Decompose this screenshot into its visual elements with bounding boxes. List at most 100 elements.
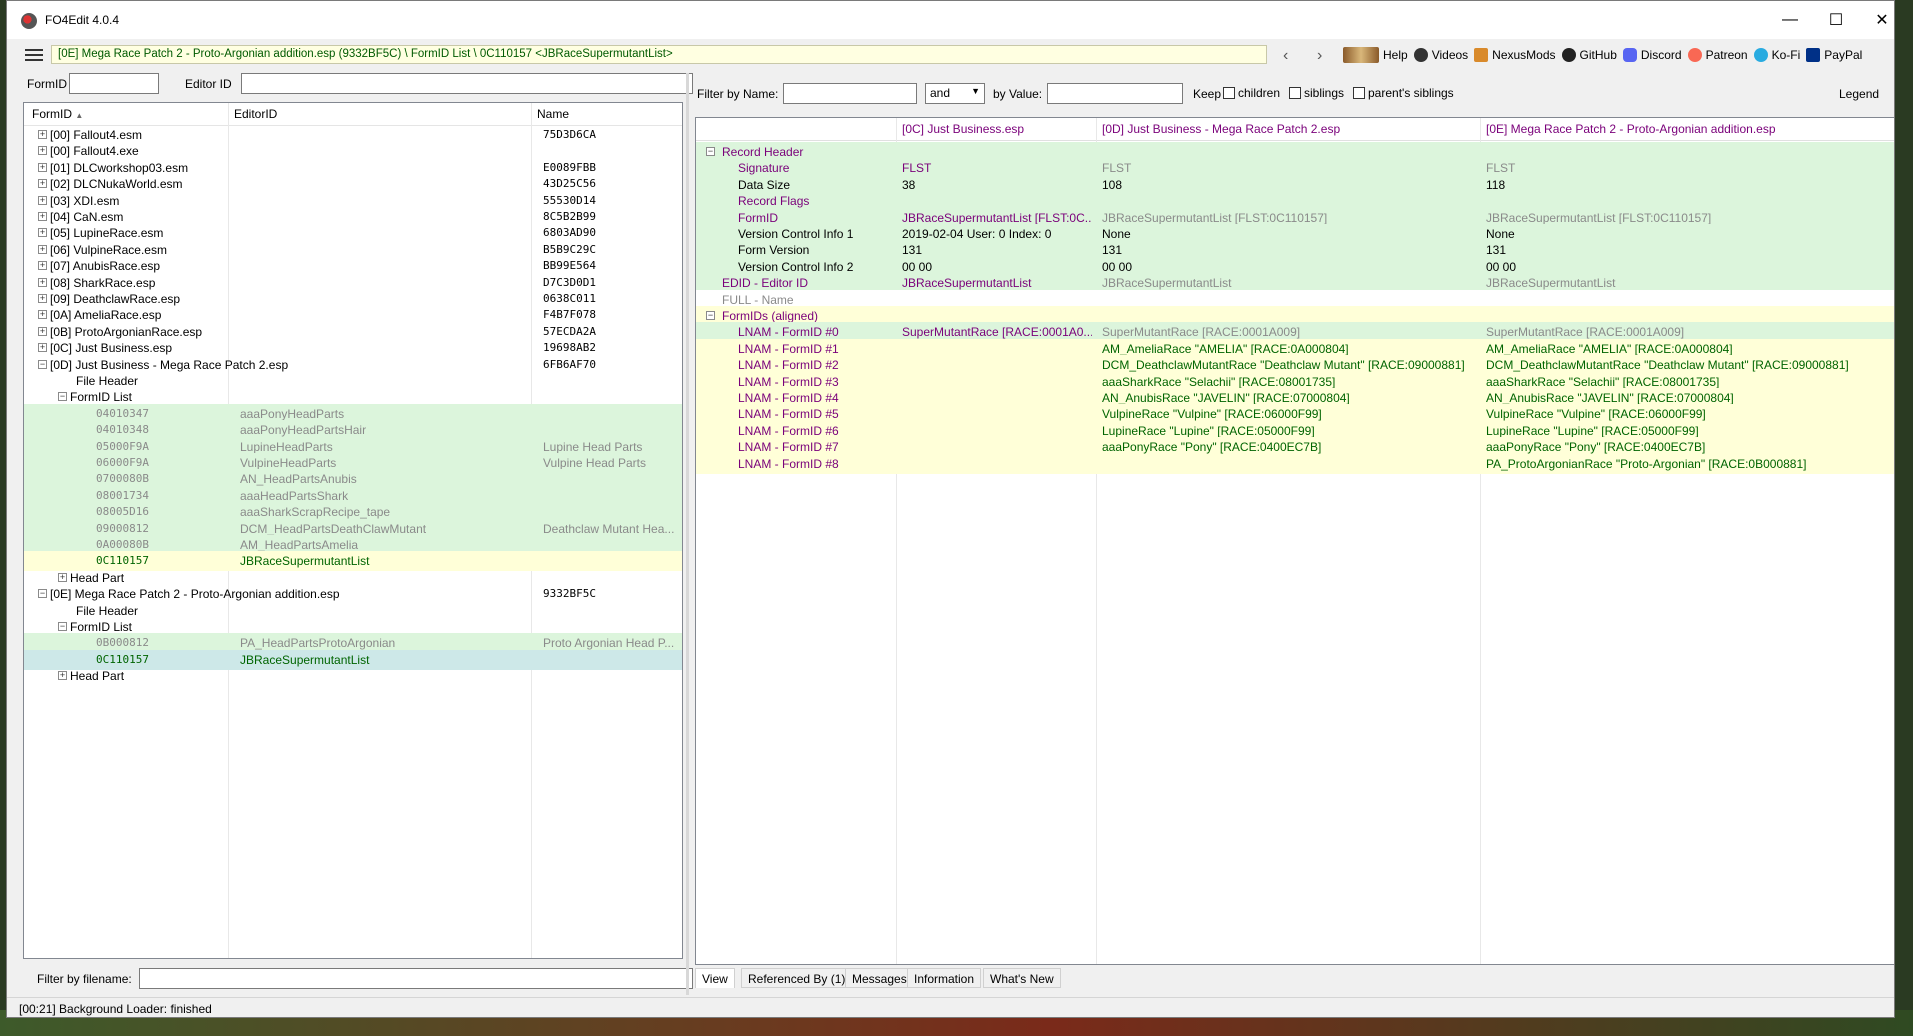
- column-editorid[interactable]: EditorID: [234, 107, 277, 121]
- legend-button[interactable]: Legend: [1839, 87, 1879, 101]
- grid-cell-0e: JBRaceSupermutantList [FLST:0C110157]: [1486, 210, 1712, 225]
- menu-icon[interactable]: [25, 49, 43, 61]
- filter-value-input[interactable]: [1047, 83, 1183, 104]
- discord-link[interactable]: Discord: [1622, 48, 1682, 62]
- filter-name-input[interactable]: [783, 83, 917, 104]
- expand-icon[interactable]: +: [58, 671, 67, 681]
- kofi-link[interactable]: Ko-Fi: [1753, 48, 1800, 62]
- collapse-icon[interactable]: −: [706, 147, 715, 156]
- column-plugin-0c[interactable]: [0C] Just Business.esp: [902, 122, 1024, 136]
- column-formid[interactable]: FormID ▲: [32, 107, 83, 121]
- tree-row-name: B5B9C29C: [543, 242, 596, 256]
- tree-row-editorid: JBRaceSupermutantList: [240, 652, 370, 667]
- column-name[interactable]: Name: [537, 107, 569, 121]
- tab-view[interactable]: View: [695, 968, 735, 988]
- tree-row-name: 6803AD90: [543, 226, 596, 240]
- siblings-checkbox[interactable]: siblings: [1289, 86, 1344, 100]
- expand-icon[interactable]: +: [38, 277, 47, 287]
- tree-row-editorid: JBRaceSupermutantList: [240, 554, 370, 569]
- expand-icon[interactable]: +: [38, 195, 47, 205]
- collapse-icon[interactable]: −: [38, 589, 47, 599]
- expand-icon[interactable]: +: [38, 162, 47, 172]
- grid-row-label: FULL - Name: [722, 292, 794, 307]
- minimize-button[interactable]: —: [1767, 1, 1813, 39]
- tree-row-name: Proto Argonian Head P...: [543, 636, 675, 651]
- expand-icon[interactable]: +: [58, 572, 67, 582]
- grid-cell-0d: JBRaceSupermutantList: [1102, 276, 1232, 291]
- record-path: [0E] Mega Race Patch 2 - Proto-Argonian …: [51, 45, 1267, 64]
- grid-row[interactable]: LNAM - FormID #8 PA_ProtoArgonianRace "Pr…: [696, 453, 1894, 474]
- collapse-icon[interactable]: −: [58, 392, 67, 402]
- grid-cell-0e: DCM_DeathclawMutantRace "Deathclaw Mutan…: [1486, 358, 1849, 373]
- collapse-icon[interactable]: −: [706, 311, 715, 320]
- tab-information[interactable]: Information: [907, 968, 982, 988]
- grid-row-label: LNAM - FormID #7: [738, 440, 839, 455]
- column-plugin-0d[interactable]: [0D] Just Business - Mega Race Patch 2.e…: [1102, 122, 1340, 136]
- grid-cell-0e: VulpineRace "Vulpine" [RACE:06000F99]: [1486, 407, 1706, 422]
- patreon-link[interactable]: Patreon: [1687, 48, 1748, 62]
- expand-icon[interactable]: +: [38, 294, 47, 303]
- tree-row-name: BB99E564: [543, 259, 596, 273]
- paypal-link[interactable]: PayPal: [1806, 48, 1862, 62]
- filename-filter-input[interactable]: [139, 968, 693, 989]
- title-bar: FO4Edit 4.0.4 — ☐ ✕: [7, 1, 1894, 39]
- tree-row-formid: Head Part: [70, 669, 125, 684]
- expand-icon[interactable]: +: [38, 244, 47, 254]
- grid-cell-0d: AM_AmeliaRace "AMELIA" [RACE:0A000804]: [1102, 341, 1349, 356]
- tree-row-formid: [03] XDI.esm: [50, 193, 120, 208]
- expand-icon[interactable]: +: [38, 326, 47, 336]
- expand-icon[interactable]: +: [38, 310, 47, 320]
- forward-arrow-icon[interactable]: ›: [1317, 47, 1322, 65]
- tree-row-name: 57ECDA2A: [543, 324, 596, 338]
- collapse-icon[interactable]: −: [38, 359, 47, 369]
- children-checkbox[interactable]: children: [1223, 86, 1280, 100]
- grid-row-label: LNAM - FormID #4: [738, 391, 839, 405]
- tree-row-formid: 08005D16: [96, 505, 149, 519]
- expand-icon[interactable]: +: [38, 179, 47, 189]
- window-title: FO4Edit 4.0.4: [45, 13, 120, 27]
- grid-row-label: LNAM - FormID #0: [738, 325, 839, 340]
- tree-row-name: D7C3D0D1: [543, 275, 596, 289]
- github-link[interactable]: GitHub: [1561, 48, 1617, 62]
- tree-row-formid: FormID List: [70, 390, 133, 405]
- tab-referenced-by[interactable]: Referenced By (1): [741, 968, 853, 988]
- grid-cell-0c: 2019-02-04 User: 0 Index: 0: [902, 227, 1052, 241]
- panel-splitter[interactable]: [686, 73, 689, 995]
- tree-row-formid: [09] DeathclawRace.esp: [50, 292, 181, 306]
- expand-icon[interactable]: +: [38, 261, 47, 271]
- tab-whats-new[interactable]: What's New: [983, 968, 1061, 988]
- grid-row-label: FormID: [738, 210, 778, 225]
- tree-row-editorid: AM_HeadPartsAmelia: [240, 538, 359, 552]
- parents-siblings-checkbox[interactable]: parent's siblings: [1353, 86, 1454, 100]
- collapse-icon[interactable]: −: [58, 622, 67, 631]
- grid-cell-0d: FLST: [1102, 161, 1132, 176]
- and-or-select[interactable]: and ▼: [925, 83, 985, 104]
- formid-input[interactable]: [69, 73, 159, 94]
- tree-row-formid: [06] VulpineRace.esm: [50, 242, 167, 257]
- grid-header: [0C] Just Business.esp [0D] Just Busines…: [696, 118, 1894, 141]
- editorid-label: Editor ID: [185, 77, 232, 91]
- videos-link[interactable]: Videos: [1413, 48, 1468, 62]
- editorid-input[interactable]: [241, 73, 693, 94]
- tree-row-formid: 08001734: [96, 488, 149, 502]
- maximize-button[interactable]: ☐: [1813, 1, 1859, 39]
- grid-row-label: Record Header: [722, 145, 804, 159]
- column-plugin-0e[interactable]: [0E] Mega Race Patch 2 - Proto-Argonian …: [1486, 122, 1776, 136]
- close-button[interactable]: ✕: [1859, 1, 1894, 39]
- expand-icon[interactable]: +: [38, 212, 47, 221]
- tree-row[interactable]: + Head Part: [24, 666, 682, 686]
- expand-icon[interactable]: +: [38, 228, 47, 238]
- back-arrow-icon[interactable]: ‹: [1283, 47, 1288, 65]
- nexusmods-link[interactable]: NexusMods: [1474, 48, 1556, 62]
- help-link[interactable]: Help: [1343, 47, 1408, 63]
- keep-label: Keep: [1193, 87, 1222, 101]
- tab-messages[interactable]: Messages: [845, 968, 914, 988]
- grid-cell-0d: JBRaceSupermutantList [FLST:0C110157]: [1102, 210, 1328, 225]
- tree-row-formid: [0D] Just Business - Mega Race Patch 2.e…: [50, 357, 289, 372]
- expand-icon[interactable]: +: [38, 343, 47, 353]
- videos-icon: [1413, 48, 1428, 62]
- expand-icon[interactable]: +: [38, 146, 47, 156]
- tree-row-formid: 06000F9A: [96, 456, 149, 469]
- grid-cell-0d: 108: [1102, 177, 1123, 192]
- expand-icon[interactable]: +: [38, 130, 47, 139]
